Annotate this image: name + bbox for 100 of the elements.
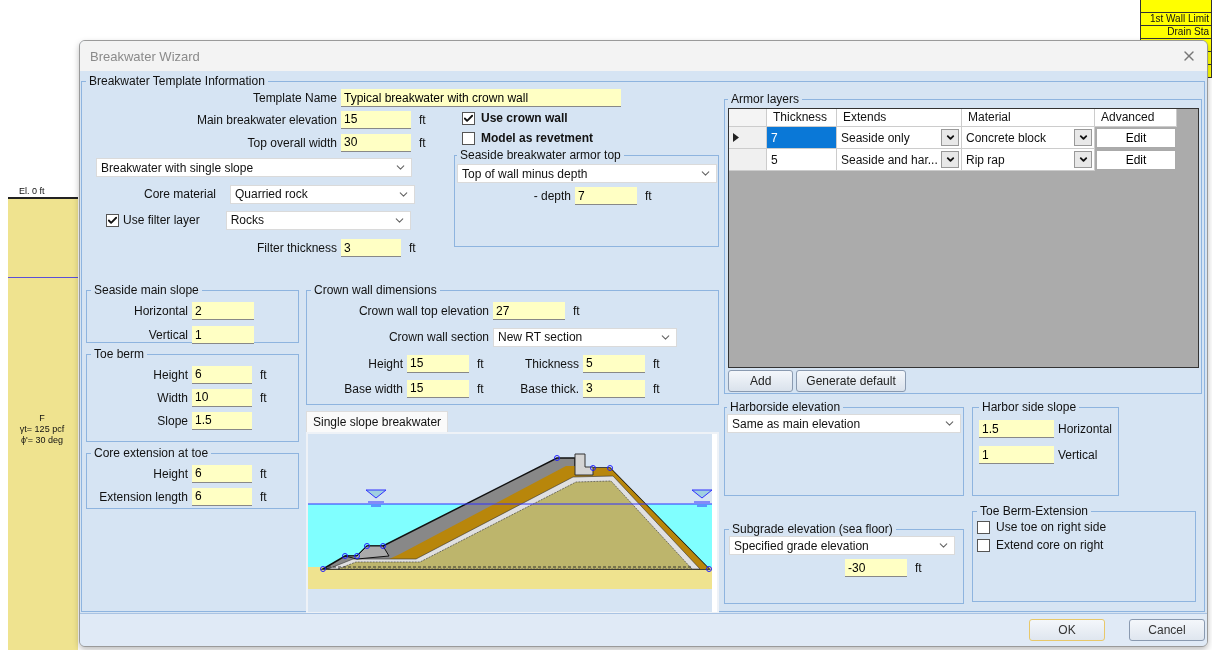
group-title: Core extension at toe [93, 446, 210, 460]
input-field[interactable]: 2 [192, 302, 254, 320]
checkbox-label: Use crown wall [481, 111, 568, 125]
field-label: Height [367, 356, 403, 371]
dropdown-cell[interactable]: Rip rap [962, 149, 1095, 171]
unit-label: ft [645, 189, 653, 203]
unit-label: ft [653, 381, 661, 396]
field-label: Template Name [251, 91, 337, 105]
group-title: Seaside main slope [93, 283, 200, 297]
diagram-tab[interactable]: Single slope breakwater [306, 411, 449, 432]
field-label: Vertical [147, 328, 188, 342]
window-title: Breakwater Wizard [90, 48, 200, 64]
checkbox[interactable] [977, 520, 990, 534]
unit-label: ft [653, 356, 661, 371]
soil-label: γt= 125 pcf [19, 424, 65, 435]
group-title: Toe Berm-Extension [979, 504, 1090, 518]
column-header: Material [962, 109, 1095, 127]
input-field[interactable]: 15 [407, 379, 469, 398]
dropdown[interactable]: Quarried rock [230, 184, 415, 204]
input-field[interactable]: 15 [407, 354, 469, 373]
grid-action-button[interactable]: Add [728, 370, 794, 392]
elevation-label: El. 0 ft [19, 186, 45, 196]
unit-label: ft [260, 390, 268, 405]
checkbox-label: Model as revetment [481, 131, 594, 145]
unit-label: ft [419, 112, 427, 127]
field-label: Height [152, 367, 188, 382]
input-field[interactable]: 15 [341, 110, 411, 129]
dropdown[interactable]: Rocks [225, 210, 411, 230]
field-label: Horizontal [1058, 422, 1113, 436]
field-label: Base thick. [519, 381, 579, 396]
input-field[interactable]: 6 [192, 487, 252, 506]
group-title: Harborside elevation [729, 400, 842, 414]
field-label: Top overall width [246, 135, 337, 150]
checkbox-label: Use toe on right side [996, 520, 1107, 534]
ok-button[interactable]: OK [1029, 619, 1105, 641]
field-label: Main breakwater elevation [195, 112, 337, 127]
checkbox[interactable] [106, 213, 119, 227]
input-field[interactable]: 1.5 [979, 420, 1054, 438]
field-label: Crown wall section [387, 330, 489, 344]
group-title: Crown wall dimensions [313, 283, 438, 297]
input-field[interactable]: 5 [583, 354, 645, 373]
grid-action-button[interactable]: Generate default [796, 370, 906, 392]
unit-label: ft [260, 489, 268, 504]
group-title: Breakwater Template Information [88, 74, 266, 88]
input-field[interactable]: 3 [341, 239, 401, 257]
unit-label: ft [915, 561, 923, 575]
input-field[interactable]: -30 [845, 559, 907, 577]
row-pointer-icon [733, 133, 739, 142]
check-icon [463, 112, 474, 124]
unit-label: ft [573, 304, 581, 318]
input-field[interactable]: 7 [575, 187, 637, 205]
column-header: Thickness [767, 109, 837, 127]
table-cell [1140, 0, 1212, 13]
dropdown-cell[interactable]: Seaside only [837, 127, 962, 149]
input-field[interactable]: 30 [341, 133, 411, 152]
field-label: Core material [142, 187, 216, 201]
field-label: Extension length [98, 489, 188, 504]
chevron-down-icon [1077, 132, 1089, 143]
dropdown[interactable]: New RT section [493, 327, 677, 347]
group-title: Harbor side slope [981, 400, 1078, 414]
soil-label: F [39, 413, 45, 424]
checkbox[interactable] [462, 111, 475, 125]
dropdown[interactable]: Same as main elevation [727, 414, 961, 433]
group-title: Armor layers [730, 92, 800, 106]
dropdown-cell[interactable]: Concrete block [962, 127, 1095, 149]
edit-button[interactable]: Edit [1096, 128, 1176, 148]
input-field[interactable]: 1.5 [192, 411, 252, 430]
input-field[interactable]: 3 [583, 379, 645, 398]
row-header[interactable] [729, 127, 767, 149]
column-header: Advanced [1095, 109, 1177, 127]
column-header: Extends [837, 109, 962, 127]
chevron-down-icon [944, 132, 956, 143]
chevron-down-icon [944, 154, 956, 165]
checkbox-label: Use filter layer [123, 213, 200, 227]
table-cell: 7 [767, 127, 837, 149]
checkbox-label: Extend core on right [996, 538, 1104, 552]
dropdown-cell[interactable]: Seaside and har... [837, 149, 962, 171]
field-label: Horizontal [132, 304, 188, 318]
dropdown[interactable]: Top of wall minus depth [457, 164, 717, 183]
field-label: Thickness [523, 356, 579, 371]
checkbox[interactable] [462, 131, 475, 145]
checkbox[interactable] [977, 538, 990, 552]
input-field[interactable]: 6 [192, 464, 252, 483]
input-field[interactable]: 1 [192, 326, 254, 344]
unit-label: ft [419, 135, 427, 150]
dropdown[interactable]: Specified grade elevation [729, 536, 955, 555]
chevron-down-icon [1077, 154, 1089, 165]
input-field[interactable]: 27 [493, 302, 565, 320]
field-label: Width [156, 390, 188, 405]
dropdown[interactable]: Breakwater with single slope [96, 158, 412, 177]
input-field[interactable]: 10 [192, 388, 252, 407]
edit-button[interactable]: Edit [1096, 150, 1176, 170]
input-field[interactable]: Typical breakwater with crown wall [341, 89, 621, 107]
input-field[interactable]: 6 [192, 365, 252, 384]
input-field[interactable]: 1 [979, 446, 1054, 464]
group-title: Seaside breakwater armor top [459, 148, 622, 162]
soil-label: ϕ'= 30 deg [20, 435, 63, 446]
unit-label: ft [477, 381, 485, 396]
cancel-button[interactable]: Cancel [1129, 619, 1205, 641]
field-label: Vertical [1058, 448, 1098, 462]
